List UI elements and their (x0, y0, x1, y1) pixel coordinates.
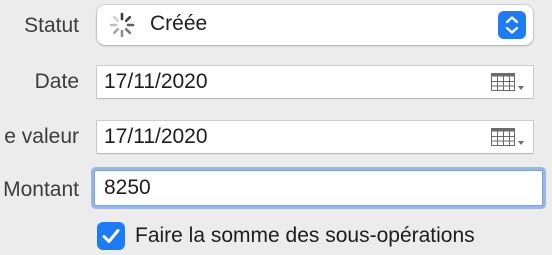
sum-suboperations-checkbox[interactable] (97, 222, 125, 250)
popup-stepper[interactable] (498, 11, 526, 39)
spinner-icon (109, 12, 135, 38)
date-field[interactable]: 17/11/2020 (97, 66, 533, 98)
amount-value: 8250 (104, 176, 151, 199)
value-date-label: e valeur (4, 125, 79, 148)
chevron-up-down-icon (505, 16, 519, 34)
status-label: Statut (24, 14, 79, 37)
calendar-grid-icon[interactable] (491, 73, 525, 93)
value-date-field[interactable]: 17/11/2020 (97, 121, 533, 153)
status-value: Créée (150, 12, 208, 35)
status-popup-button[interactable]: Créée (97, 5, 533, 45)
date-label: Date (34, 70, 79, 93)
value-date-value: 17/11/2020 (104, 125, 208, 148)
amount-input[interactable]: 8250 (94, 170, 543, 206)
checkmark-icon (102, 229, 120, 243)
date-value: 17/11/2020 (104, 70, 208, 93)
calendar-grid-icon[interactable] (491, 128, 525, 148)
sum-suboperations-label[interactable]: Faire la somme des sous-opérations (135, 224, 475, 248)
amount-label: Montant (3, 178, 79, 201)
